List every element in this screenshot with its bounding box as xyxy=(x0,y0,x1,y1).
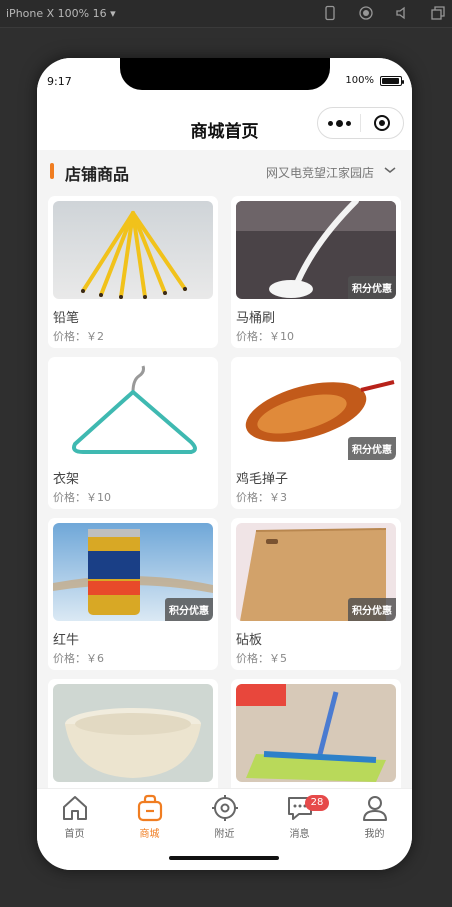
close-target-icon[interactable] xyxy=(361,107,403,139)
tab-label: 我的 xyxy=(364,829,385,840)
tab-label: 首页 xyxy=(64,829,85,840)
product-image-feather-duster: 积分优惠 xyxy=(236,362,396,460)
product-name: 鸡毛掸子 xyxy=(236,472,289,487)
product-card[interactable]: 积分优惠 砧板 价格：￥5 xyxy=(231,518,401,670)
product-price: 价格：￥5 xyxy=(236,652,287,665)
points-discount-badge: 积分优惠 xyxy=(348,598,396,621)
product-card[interactable]: 积分优惠 马桶刷 价格：￥10 xyxy=(231,196,401,348)
product-grid: 铅笔 价格：￥2 积分优惠 马桶刷 价格：￥10 衣架 价格：￥10 积分优惠 … xyxy=(48,196,401,788)
product-name: 铅笔 xyxy=(53,311,80,326)
location-target-icon xyxy=(211,795,238,821)
notch xyxy=(120,58,330,90)
store-selector[interactable]: 网又电竞望江家园店 xyxy=(266,164,374,181)
section-header: 店铺商品 网又电竞望江家园店 xyxy=(37,150,412,192)
product-image-hanger xyxy=(53,362,213,460)
points-discount-badge: 积分优惠 xyxy=(348,437,396,460)
tab-label: 附近 xyxy=(214,829,235,840)
product-name: 马桶刷 xyxy=(236,311,276,326)
device-selector[interactable]: iPhone X 100% 16 ▾ xyxy=(6,7,116,20)
product-card[interactable]: 积分优惠 红牛 价格：￥6 xyxy=(48,518,218,670)
product-image-pencils xyxy=(53,201,213,299)
volume-icon[interactable] xyxy=(394,5,410,21)
section-title: 店铺商品 xyxy=(65,165,130,184)
points-discount-badge: 积分优惠 xyxy=(165,598,213,621)
product-card[interactable] xyxy=(48,679,218,788)
tab-mine[interactable]: 我的 xyxy=(337,793,412,843)
shop-bag-icon xyxy=(137,794,162,822)
product-price: 价格：￥2 xyxy=(53,330,104,343)
product-card[interactable]: 衣架 价格：￥10 xyxy=(48,357,218,509)
product-name: 砧板 xyxy=(236,633,263,648)
product-price: 价格：￥10 xyxy=(53,491,111,504)
tab-messages[interactable]: 消息 28 xyxy=(262,793,337,843)
product-card[interactable] xyxy=(231,679,401,788)
product-image-red-bull: 积分优惠 xyxy=(53,523,213,621)
product-image-mop xyxy=(236,684,396,782)
status-time: 9:17 xyxy=(47,75,72,88)
simulator-toolbar: iPhone X 100% 16 ▾ xyxy=(0,0,452,28)
battery-percent: 100% xyxy=(345,75,374,86)
points-discount-badge: 积分优惠 xyxy=(348,276,396,299)
product-image-bowl xyxy=(53,684,213,782)
phone-screen: 9:17 100% 商城首页 店铺商品 网又电竞望江家园店 铅笔 价格：￥2 积… xyxy=(37,58,412,870)
tab-nearby[interactable]: 附近 xyxy=(187,793,262,843)
section-accent-bar xyxy=(50,163,54,179)
product-image-cutting-board: 积分优惠 xyxy=(236,523,396,621)
tab-shop[interactable]: 商城 xyxy=(112,793,187,843)
phone-icon[interactable] xyxy=(322,5,338,21)
unread-badge: 28 xyxy=(305,795,329,811)
product-image-toilet-brush: 积分优惠 xyxy=(236,201,396,299)
tab-label: 消息 xyxy=(289,829,310,840)
chevron-down-icon[interactable] xyxy=(384,164,396,176)
navigation-bar: 商城首页 xyxy=(37,102,412,150)
miniprogram-capsule xyxy=(317,107,404,139)
product-card[interactable]: 积分优惠 鸡毛掸子 价格：￥3 xyxy=(231,357,401,509)
product-name: 衣架 xyxy=(53,472,80,487)
home-indicator xyxy=(169,856,279,860)
home-icon xyxy=(62,796,87,820)
product-price: 价格：￥10 xyxy=(236,330,294,343)
product-card[interactable]: 铅笔 价格：￥2 xyxy=(48,196,218,348)
product-name: 红牛 xyxy=(53,633,80,648)
product-price: 价格：￥6 xyxy=(53,652,104,665)
window-icon[interactable] xyxy=(430,5,446,21)
user-icon xyxy=(362,796,387,821)
product-price: 价格：￥3 xyxy=(236,491,287,504)
tab-home[interactable]: 首页 xyxy=(37,793,112,843)
tab-label: 商城 xyxy=(139,829,160,840)
record-icon[interactable] xyxy=(358,5,374,21)
battery-icon xyxy=(380,76,404,86)
more-icon[interactable] xyxy=(318,107,360,139)
